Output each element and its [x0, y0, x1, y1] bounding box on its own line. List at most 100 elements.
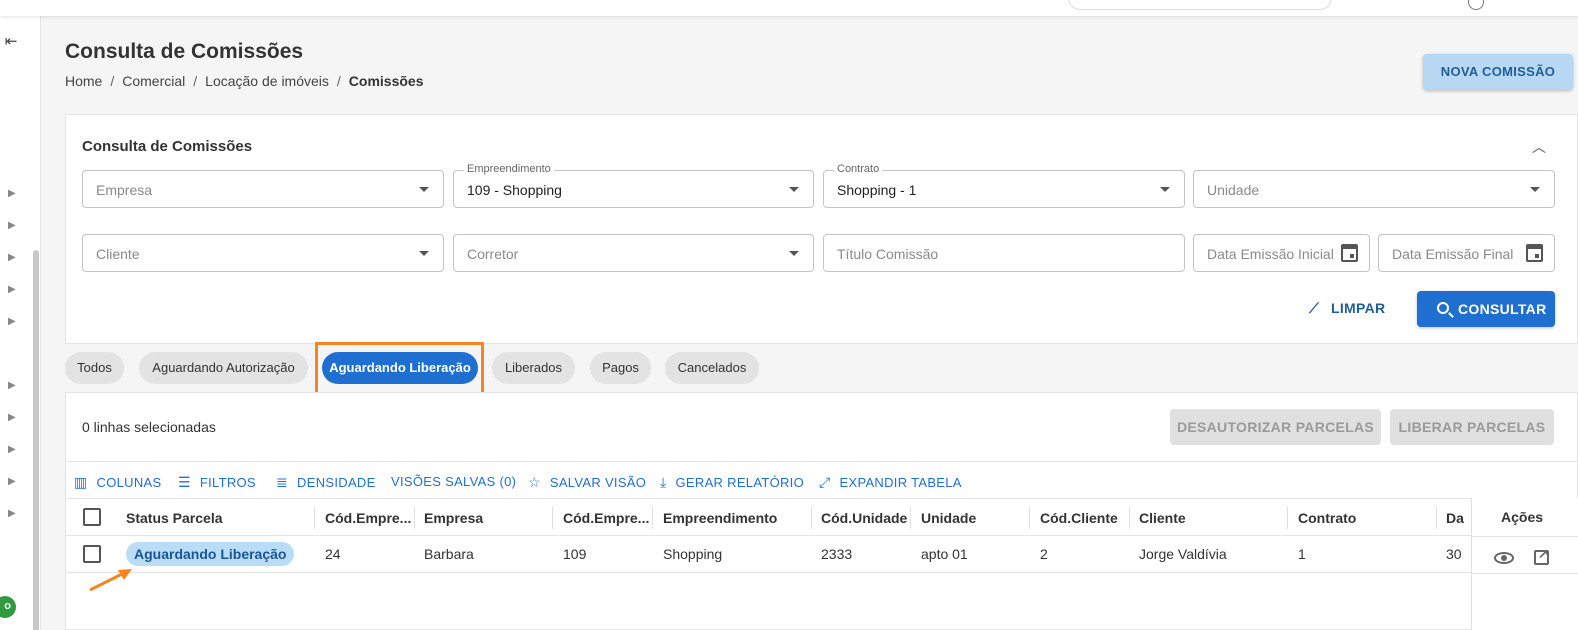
dropdown-arrow-icon — [789, 187, 799, 192]
collapse-sidebar-icon[interactable]: ⇤ — [0, 32, 22, 50]
row-checkbox[interactable] — [83, 545, 101, 563]
cell-cod-unidade: 2333 — [821, 546, 853, 562]
expand-table-button[interactable]: ⤢ EXPANDIR TABELA — [819, 474, 962, 491]
column-header[interactable]: Cliente — [1139, 510, 1186, 526]
tab-cancelados[interactable]: Cancelados — [665, 352, 759, 384]
new-commission-button[interactable]: NOVA COMISSÃO — [1423, 54, 1573, 90]
table-card: 0 linhas selecionadas DESAUTORIZAR PARCE… — [65, 392, 1578, 630]
corretor-placeholder: Corretor — [467, 246, 519, 262]
cliente-select[interactable]: Cliente — [82, 234, 444, 272]
dropdown-arrow-icon — [1160, 187, 1170, 192]
global-search-input[interactable] — [1068, 0, 1332, 10]
search-button[interactable]: CONSULTAR — [1417, 291, 1555, 327]
saved-views-button[interactable]: VISÕES SALVAS (0) — [391, 474, 516, 489]
cell-cod-cliente: 2 — [1040, 546, 1048, 562]
cell-cod-empreendimento: 109 — [563, 546, 587, 562]
column-header[interactable]: Cód.Empre... — [563, 510, 649, 526]
breadcrumb-home[interactable]: Home — [65, 73, 102, 89]
chevron-right-icon[interactable]: ▶ — [8, 508, 16, 519]
data-emissao-final-input[interactable]: Data Emissão Final — [1378, 234, 1555, 272]
column-separator[interactable] — [1029, 507, 1030, 529]
chevron-right-icon[interactable]: ▶ — [8, 412, 16, 423]
titulo-comissao-input[interactable]: Título Comissão — [823, 234, 1185, 272]
column-header[interactable]: Da — [1446, 510, 1464, 526]
sidebar-scrollbar[interactable] — [33, 250, 39, 630]
chevron-up-icon[interactable]: ︿ — [1532, 137, 1546, 157]
chevron-right-icon[interactable]: ▶ — [8, 476, 16, 487]
column-header[interactable]: Status Parcela — [126, 510, 223, 526]
contrato-select[interactable]: Contrato Shopping - 1 — [823, 163, 1185, 208]
column-header[interactable]: Empresa — [424, 510, 483, 526]
cell-empreendimento: Shopping — [663, 546, 723, 562]
dropdown-arrow-icon — [419, 187, 429, 192]
star-icon: ☆ — [528, 474, 541, 490]
chevron-right-icon[interactable]: ▶ — [8, 316, 16, 327]
chevron-right-icon[interactable]: ▶ — [8, 284, 16, 295]
release-installments-button[interactable]: LIBERAR PARCELAS — [1390, 409, 1554, 445]
tab-todos[interactable]: Todos — [65, 352, 124, 384]
generate-report-button[interactable]: ⤓ GERAR RELATÓRIO — [660, 474, 804, 491]
column-separator[interactable] — [1287, 507, 1288, 529]
divider — [1472, 573, 1578, 574]
cell-cod-empresa: 24 — [325, 546, 341, 562]
calendar-icon[interactable] — [1341, 244, 1358, 262]
column-separator[interactable] — [652, 507, 653, 529]
chevron-right-icon[interactable]: ▶ — [8, 188, 16, 199]
search-button-label: CONSULTAR — [1458, 301, 1547, 317]
expand-label: EXPANDIR TABELA — [839, 475, 962, 490]
select-all-checkbox[interactable] — [83, 508, 101, 526]
column-separator[interactable] — [314, 507, 315, 529]
column-header[interactable]: Contrato — [1298, 510, 1356, 526]
divider — [66, 461, 1578, 462]
columns-button[interactable]: ▥ COLUNAS — [74, 474, 161, 491]
top-app-bar — [0, 0, 1578, 16]
cell-empresa: Barbara — [424, 546, 474, 562]
column-header[interactable]: Unidade — [921, 510, 976, 526]
filters-button[interactable]: ☰ FILTROS — [178, 474, 256, 491]
empreendimento-select[interactable]: Empreendimento 109 - Shopping — [453, 163, 814, 208]
dropdown-arrow-icon — [1530, 187, 1540, 192]
column-separator[interactable] — [811, 507, 812, 529]
cell-data: 30 — [1446, 546, 1462, 562]
column-header-acoes: Ações — [1501, 509, 1544, 525]
column-separator[interactable] — [1129, 507, 1130, 529]
calendar-icon[interactable] — [1526, 244, 1543, 262]
open-external-icon[interactable] — [1534, 546, 1549, 565]
column-header[interactable]: Cód.Unidade — [821, 510, 907, 526]
column-separator[interactable] — [1436, 507, 1437, 529]
help-icon[interactable] — [1468, 0, 1484, 10]
save-view-button[interactable]: ☆ SALVAR VISÃO — [528, 474, 646, 491]
data-emissao-inicial-input[interactable]: Data Emissão Inicial — [1193, 234, 1370, 272]
selected-rows-count: 0 linhas selecionadas — [82, 419, 216, 435]
column-header[interactable]: Cód.Cliente — [1040, 510, 1118, 526]
breadcrumb-locacao[interactable]: Locação de imóveis — [205, 73, 329, 89]
column-separator[interactable] — [414, 507, 415, 529]
column-separator[interactable] — [552, 507, 553, 529]
column-header[interactable]: Cód.Empre... — [325, 510, 411, 526]
chevron-right-icon[interactable]: ▶ — [8, 252, 16, 263]
cell-unidade: apto 01 — [921, 546, 968, 562]
corretor-select[interactable]: Corretor — [453, 234, 814, 272]
tab-pagos[interactable]: Pagos — [590, 352, 651, 384]
clear-button-label: LIMPAR — [1331, 300, 1386, 316]
chevron-right-icon[interactable]: ▶ — [8, 220, 16, 231]
view-eye-icon[interactable] — [1494, 552, 1514, 564]
unidade-select[interactable]: Unidade — [1193, 170, 1555, 208]
highlight-annotation-box — [315, 342, 484, 396]
clear-button[interactable]: ⟋ LIMPAR — [1309, 300, 1385, 322]
column-header[interactable]: Empreendimento — [663, 510, 777, 526]
tab-aguardando-autorizacao[interactable]: Aguardando Autorização — [139, 352, 308, 384]
contrato-value: Shopping - 1 — [837, 182, 917, 198]
table-row[interactable]: Aguardando Liberação 24 Barbara 109 Shop… — [66, 536, 1578, 573]
chevron-right-icon[interactable]: ▶ — [8, 380, 16, 391]
sidebar: ⇤ ▶ ▶ ▶ ▶ ▶ ▶ ▶ ▶ ▶ ▶ — [0, 16, 41, 630]
chevron-right-icon[interactable]: ▶ — [8, 444, 16, 455]
breadcrumb-comercial[interactable]: Comercial — [122, 73, 185, 89]
annotation-arrow-icon — [89, 569, 132, 592]
unauthorize-installments-button[interactable]: DESAUTORIZAR PARCELAS — [1170, 409, 1381, 445]
density-button[interactable]: ≣ DENSIDADE — [276, 474, 376, 491]
empresa-select[interactable]: Empresa — [82, 170, 444, 208]
data-final-placeholder: Data Emissão Final — [1392, 246, 1514, 262]
column-separator[interactable] — [910, 507, 911, 529]
tab-liberados[interactable]: Liberados — [492, 352, 575, 384]
